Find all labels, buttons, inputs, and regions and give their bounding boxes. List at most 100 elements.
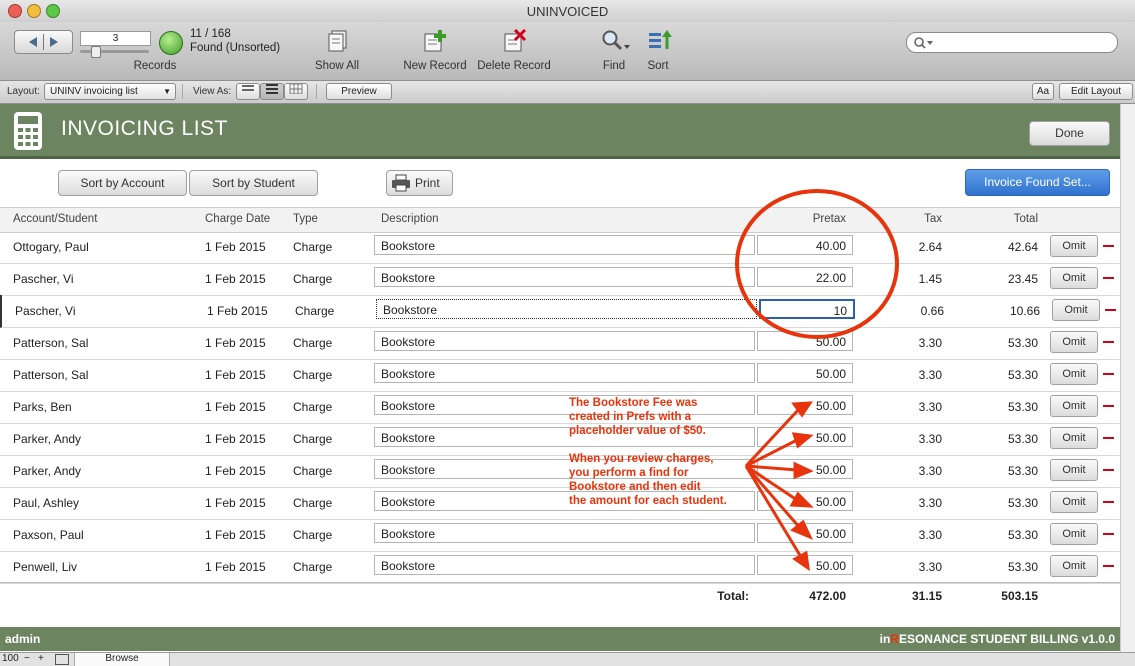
pretax-field[interactable]: 50.00	[757, 491, 853, 511]
edit-layout-button[interactable]: Edit Layout	[1059, 83, 1133, 100]
description-field[interactable]: Bookstore	[374, 267, 755, 287]
delete-row-icon[interactable]	[1103, 245, 1114, 247]
delete-row-icon[interactable]	[1103, 501, 1114, 503]
omit-button[interactable]: Omit	[1050, 267, 1098, 289]
pretax-field[interactable]: 22.00	[757, 267, 853, 287]
description-field[interactable]: Bookstore	[374, 523, 755, 543]
omit-button[interactable]: Omit	[1050, 523, 1098, 545]
omit-button[interactable]: Omit	[1050, 331, 1098, 353]
tax-value: 3.30	[918, 400, 942, 414]
total-value: 23.45	[1007, 272, 1038, 286]
brand-prefix: in	[879, 632, 891, 646]
annotation-line: the amount for each student.	[569, 495, 727, 507]
omit-button[interactable]: Omit	[1050, 363, 1098, 385]
new-record-label: New Record	[403, 60, 467, 72]
table-row[interactable]: Parker, Andy 1 Feb 2015 Charge Bookstore 50.…	[0, 423, 1120, 456]
view-as-form-button[interactable]	[236, 83, 260, 100]
zoom-out-icon[interactable]: −	[24, 653, 30, 664]
omit-button[interactable]: Omit	[1052, 299, 1100, 321]
print-button[interactable]: Print	[386, 170, 453, 196]
omit-button[interactable]: Omit	[1050, 459, 1098, 481]
description-field[interactable]: Bookstore	[374, 555, 755, 575]
sort-button[interactable]: Sort	[644, 27, 674, 79]
tax-value: 3.30	[918, 432, 942, 446]
delete-row-icon[interactable]	[1103, 469, 1114, 471]
delete-row-icon[interactable]	[1103, 437, 1114, 439]
delete-row-icon[interactable]	[1103, 341, 1114, 343]
description-field[interactable]: Bookstore	[374, 363, 755, 383]
pretax-field[interactable]: 50.00	[757, 331, 853, 351]
omit-button[interactable]: Omit	[1050, 427, 1098, 449]
charge-type: Charge	[293, 432, 333, 446]
pretax-field[interactable]: 40.00	[757, 235, 853, 255]
totals-label: Total:	[717, 589, 749, 603]
delete-row-icon[interactable]	[1105, 309, 1116, 311]
layout-select[interactable]: UNINV invoicing list ▼	[44, 83, 176, 100]
table-row[interactable]: Patterson, Sal 1 Feb 2015 Charge Bookstore 5…	[0, 327, 1120, 360]
show-all-button[interactable]: Show All	[313, 27, 361, 79]
omit-button[interactable]: Omit	[1050, 395, 1098, 417]
slider-thumb[interactable]	[91, 46, 101, 58]
omit-button[interactable]: Omit	[1050, 491, 1098, 513]
description-field[interactable]: Bookstore	[374, 235, 755, 255]
status-bar: 100 − + Browse	[0, 652, 1135, 666]
search-input[interactable]	[906, 32, 1118, 53]
pretax-field[interactable]: 50.00	[757, 427, 853, 447]
find-button[interactable]: Find	[597, 27, 633, 79]
preview-button[interactable]: Preview	[326, 83, 392, 100]
invoice-found-set-button[interactable]: Invoice Found Set...	[965, 169, 1110, 196]
pretax-field[interactable]: 50.00	[757, 523, 853, 543]
delete-row-icon[interactable]	[1103, 373, 1114, 375]
layout-bar: Layout: UNINV invoicing list ▼ View As: …	[0, 81, 1135, 104]
view-as-table-button[interactable]	[284, 83, 308, 100]
delete-row-icon[interactable]	[1103, 277, 1114, 279]
done-button[interactable]: Done	[1029, 121, 1110, 146]
description-field[interactable]: Bookstore	[376, 299, 757, 319]
table-row[interactable]: Patterson, Sal 1 Feb 2015 Charge Bookstore 5…	[0, 359, 1120, 392]
page-title: INVOICING LIST	[61, 117, 228, 140]
pretax-field[interactable]: 50.00	[757, 459, 853, 479]
sort-by-account-button[interactable]: Sort by Account	[58, 170, 187, 196]
view-as-list-button[interactable]	[260, 83, 284, 100]
tax-value: 3.30	[918, 496, 942, 510]
total-value: 53.30	[1007, 400, 1038, 414]
pretax-field[interactable]: 50.00	[757, 555, 853, 575]
table-row[interactable]: Paxson, Paul 1 Feb 2015 Charge Bookstore 50.…	[0, 519, 1120, 552]
table-row[interactable]: Penwell, Liv 1 Feb 2015 Charge Bookstore 50.…	[0, 551, 1120, 584]
charge-date: 1 Feb 2015	[205, 464, 266, 478]
delete-row-icon[interactable]	[1103, 565, 1114, 567]
mode-indicator[interactable]: Browse	[74, 653, 170, 666]
delete-record-button[interactable]: Delete Record	[474, 27, 554, 79]
delete-row-icon[interactable]	[1103, 405, 1114, 407]
table-row[interactable]: Paul, Ashley 1 Feb 2015 Charge Bookstore 50.…	[0, 487, 1120, 520]
pretax-field[interactable]: 50.00	[757, 363, 853, 383]
toggle-toolbar-icon[interactable]	[55, 654, 69, 665]
charge-date: 1 Feb 2015	[205, 432, 266, 446]
pretax-field[interactable]: 50.00	[757, 395, 853, 415]
new-record-button[interactable]: New Record	[400, 27, 470, 79]
description-field[interactable]: Bookstore	[374, 331, 755, 351]
tax-value: 2.64	[918, 240, 942, 254]
total-amount: 503.15	[1001, 589, 1038, 603]
table-row[interactable]: Parker, Andy 1 Feb 2015 Charge Bookstore 50.…	[0, 455, 1120, 488]
record-slider[interactable]	[80, 46, 149, 58]
table-row[interactable]: Pascher, Vi 1 Feb 2015 Charge Bookstore 22.0…	[0, 263, 1120, 296]
record-navigator[interactable]	[14, 30, 73, 54]
omit-button[interactable]: Omit	[1050, 235, 1098, 257]
table-row[interactable]: Pascher, Vi 1 Feb 2015 Charge Bookstore 10 0.…	[0, 295, 1122, 328]
charge-type: Charge	[293, 464, 333, 478]
delete-row-icon[interactable]	[1103, 533, 1114, 535]
sort-by-student-button[interactable]: Sort by Student	[189, 170, 318, 196]
total-value: 53.30	[1007, 368, 1038, 382]
charge-type: Charge	[293, 272, 333, 286]
annotation-line: placeholder value of $50.	[569, 425, 706, 437]
table-row[interactable]: Parks, Ben 1 Feb 2015 Charge Bookstore 50.00…	[0, 391, 1120, 424]
charge-type: Charge	[293, 336, 333, 350]
omit-button[interactable]: Omit	[1050, 555, 1098, 577]
table-row[interactable]: Ottogary, Paul 1 Feb 2015 Charge Bookstore 4…	[0, 231, 1120, 264]
record-number-field[interactable]: 3	[80, 31, 151, 46]
zoom-in-icon[interactable]: +	[38, 653, 44, 664]
pretax-field[interactable]: 10	[759, 299, 855, 319]
vertical-scrollbar[interactable]	[1120, 104, 1135, 652]
formatting-bar-button[interactable]: Aa	[1032, 83, 1054, 100]
